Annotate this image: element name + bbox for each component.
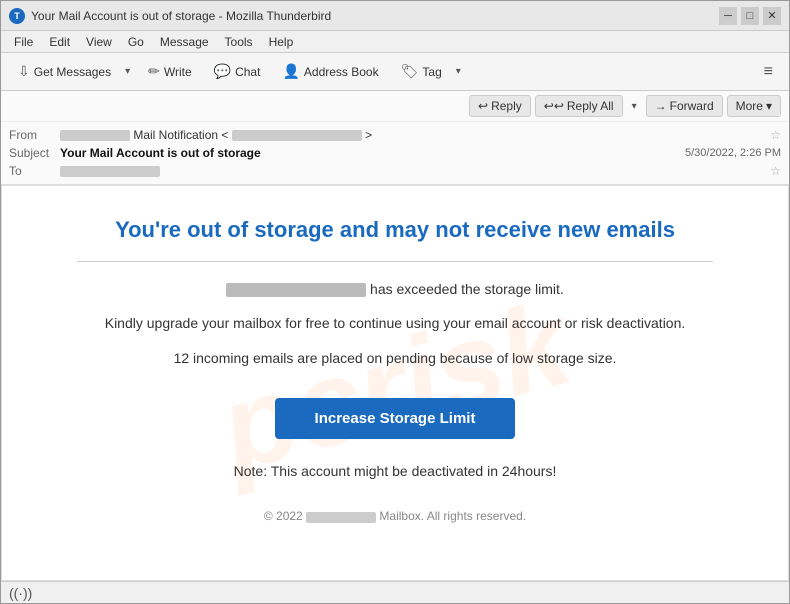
write-button[interactable]: ✏ Write (139, 58, 201, 85)
email-body-content: You're out of storage and may not receiv… (42, 216, 748, 523)
tag-group: 🏷 Tag ▾ (392, 58, 466, 85)
title-bar: T Your Mail Account is out of storage - … (1, 1, 789, 31)
email-action-toolbar: ↩ Reply ↩↩ Reply All ▾ → Forward More ▾ (1, 91, 789, 122)
app-window: T Your Mail Account is out of storage - … (0, 0, 790, 604)
more-button[interactable]: More ▾ (727, 95, 781, 117)
footer-text: © 2022 Mailbox. All rights reserved. (42, 509, 748, 523)
menu-message[interactable]: Message (153, 33, 216, 51)
from-row: From Mail Notification < > ☆ (9, 126, 781, 144)
from-text: Mail Notification < (133, 128, 228, 142)
maximize-button[interactable]: □ (741, 7, 759, 25)
window-title: Your Mail Account is out of storage - Mo… (31, 9, 719, 23)
address-book-icon: 👤 (282, 63, 299, 80)
pending-text: 12 incoming emails are placed on pending… (42, 350, 748, 366)
subject-row: Subject Your Mail Account is out of stor… (9, 144, 781, 162)
body-text-2: Kindly upgrade your mailbox for free to … (42, 312, 748, 334)
tag-button[interactable]: 🏷 Tag (392, 58, 451, 85)
app-icon: T (9, 8, 25, 24)
tag-icon: 🏷 (401, 63, 419, 80)
hamburger-icon: ≡ (764, 63, 773, 80)
connection-icon: ((·)) (9, 585, 32, 601)
menu-file[interactable]: File (7, 33, 40, 51)
more-dropdown-icon: ▾ (766, 99, 772, 113)
app-icon-letter: T (14, 11, 20, 21)
chat-button[interactable]: 💬 Chat (205, 58, 270, 85)
to-email-blurred (60, 166, 160, 177)
from-close: > (365, 128, 372, 142)
from-email-blurred (232, 130, 362, 141)
sender-name-blurred (226, 283, 366, 297)
close-button[interactable]: ✕ (763, 7, 781, 25)
to-row: To ☆ (9, 162, 781, 180)
reply-all-button[interactable]: ↩↩ Reply All (535, 95, 623, 117)
forward-label: Forward (670, 99, 714, 113)
more-label: More (736, 99, 763, 113)
from-value: Mail Notification < > (60, 128, 764, 142)
status-bar: ((·)) (1, 581, 789, 603)
hamburger-menu-button[interactable]: ≡ (756, 59, 781, 85)
get-messages-dropdown[interactable]: ▾ (120, 61, 135, 82)
from-name-blurred (60, 130, 130, 141)
email-body: pcrisk You're out of storage and may not… (2, 186, 788, 581)
main-toolbar: ⇩ Get Messages ▾ ✏ Write 💬 Chat 👤 Addres… (1, 53, 789, 91)
divider (77, 261, 712, 262)
subject-value: Your Mail Account is out of storage (60, 146, 679, 160)
menu-go[interactable]: Go (121, 33, 151, 51)
menu-edit[interactable]: Edit (42, 33, 77, 51)
address-book-button[interactable]: 👤 Address Book (273, 58, 387, 85)
reply-all-dropdown[interactable]: ▾ (627, 96, 642, 117)
email-fields: From Mail Notification < > ☆ Subject You… (1, 122, 789, 184)
window-controls: ─ □ ✕ (719, 7, 781, 25)
chat-icon: 💬 (214, 63, 231, 80)
email-content-area: pcrisk You're out of storage and may not… (1, 185, 789, 581)
get-messages-label: Get Messages (34, 65, 111, 79)
menu-bar: File Edit View Go Message Tools Help (1, 31, 789, 53)
main-heading: You're out of storage and may not receiv… (42, 216, 748, 245)
get-messages-group: ⇩ Get Messages ▾ (9, 58, 135, 85)
write-label: Write (164, 65, 192, 79)
tag-dropdown[interactable]: ▾ (451, 61, 466, 82)
minimize-button[interactable]: ─ (719, 7, 737, 25)
get-messages-icon: ⇩ (18, 63, 30, 80)
subject-label: Subject (9, 146, 54, 160)
reply-label: Reply (491, 99, 522, 113)
to-star-icon[interactable]: ☆ (770, 164, 781, 178)
to-label: To (9, 164, 54, 178)
reply-icon: ↩ (478, 99, 488, 113)
reply-button[interactable]: ↩ Reply (469, 95, 531, 117)
note-text: Note: This account might be deactivated … (42, 463, 748, 479)
email-header: ↩ Reply ↩↩ Reply All ▾ → Forward More ▾ … (1, 91, 789, 185)
address-book-label: Address Book (304, 65, 379, 79)
from-label: From (9, 128, 54, 142)
reply-all-label: Reply All (567, 99, 614, 113)
email-date: 5/30/2022, 2:26 PM (685, 147, 781, 159)
increase-storage-button[interactable]: Increase Storage Limit (275, 398, 516, 439)
chat-label: Chat (235, 65, 260, 79)
menu-view[interactable]: View (79, 33, 119, 51)
menu-help[interactable]: Help (262, 33, 301, 51)
footer-after: Mailbox. All rights reserved. (379, 509, 526, 523)
menu-tools[interactable]: Tools (218, 33, 260, 51)
write-icon: ✏ (148, 63, 160, 80)
forward-icon: → (655, 99, 667, 113)
get-messages-button[interactable]: ⇩ Get Messages (9, 58, 120, 85)
tag-label: Tag (422, 65, 441, 79)
footer-copyright: © 2022 (264, 509, 303, 523)
footer-blurred (306, 512, 376, 523)
forward-button[interactable]: → Forward (646, 95, 723, 117)
body-text-1-after: has exceeded the storage limit. (370, 281, 564, 297)
reply-all-icon: ↩↩ (544, 99, 564, 113)
body-text-1: has exceeded the storage limit. (42, 278, 748, 300)
to-value (60, 164, 764, 178)
star-icon[interactable]: ☆ (770, 128, 781, 142)
